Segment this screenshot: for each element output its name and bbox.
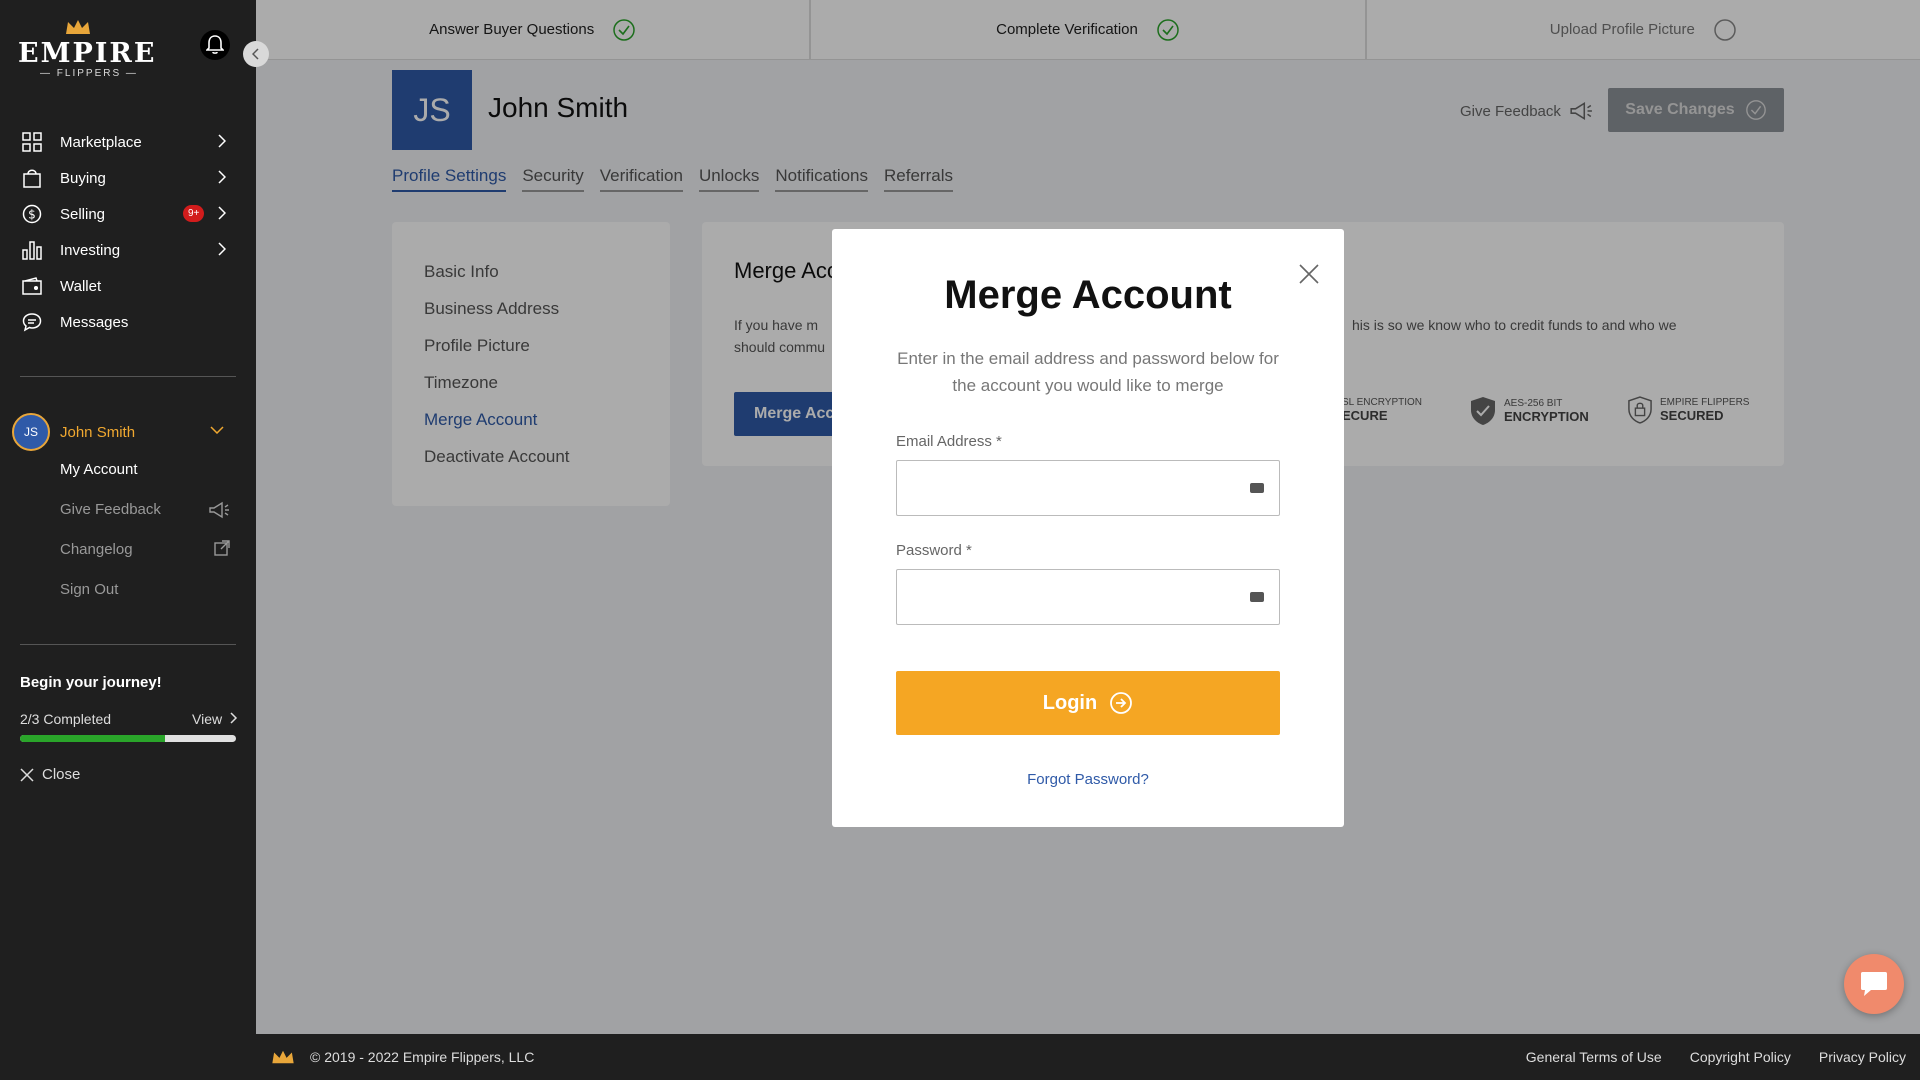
footer-link-privacy[interactable]: Privacy Policy [1819, 1049, 1906, 1065]
nav-item-wallet[interactable]: Wallet [0, 268, 256, 304]
close-icon [20, 767, 34, 782]
sidebar: EMPIRE — FLIPPERS — Marketplace Buying $… [0, 0, 256, 1080]
nav-item-messages[interactable]: Messages [0, 304, 256, 340]
user-menu-toggle[interactable]: JS John Smith [12, 412, 244, 452]
user-menu-my-account[interactable]: My Account [60, 461, 230, 478]
password-manager-icon[interactable] [1250, 483, 1264, 493]
user-menu-sign-out[interactable]: Sign Out [60, 581, 230, 598]
chevron-right-icon [218, 242, 226, 256]
footer-links: General Terms of Use Copyright Policy Pr… [1526, 1049, 1920, 1065]
forgot-password-link[interactable]: Forgot Password? [832, 771, 1344, 788]
megaphone-icon [209, 501, 229, 519]
footer: © 2019 - 2022 Empire Flippers, LLC Gener… [256, 1034, 1920, 1080]
nav-label: Messages [60, 313, 129, 331]
footer-link-copyright[interactable]: Copyright Policy [1690, 1049, 1791, 1065]
email-label: Email Address * [896, 433, 1002, 450]
modal-subtitle: Enter in the email address and password … [897, 349, 1279, 395]
avatar: JS [12, 413, 50, 451]
nav-label: Investing [60, 241, 121, 259]
password-label: Password * [896, 542, 972, 559]
footer-link-terms[interactable]: General Terms of Use [1526, 1049, 1662, 1065]
close-label: Close [42, 766, 81, 783]
chevron-right-icon [218, 206, 226, 220]
sidebar-divider [20, 644, 236, 645]
user-menu-give-feedback[interactable]: Give Feedback [60, 501, 230, 519]
give-feedback-label: Give Feedback [60, 501, 161, 518]
changelog-label: Changelog [60, 541, 133, 558]
main-nav: Marketplace Buying $ Selling 9+ Investin… [0, 124, 256, 340]
nav-item-selling[interactable]: $ Selling 9+ [0, 196, 256, 232]
chevron-down-icon [210, 426, 224, 434]
chat-icon [20, 310, 44, 334]
collapse-sidebar-button[interactable] [243, 41, 269, 67]
email-field[interactable] [896, 460, 1280, 516]
journey-title: Begin your journey! [20, 674, 162, 691]
chevron-right-icon [230, 712, 238, 724]
bag-icon [20, 166, 44, 190]
notification-badge: 9+ [183, 205, 205, 222]
nav-item-investing[interactable]: Investing [0, 232, 256, 268]
wallet-icon [20, 274, 44, 298]
password-manager-icon[interactable] [1250, 592, 1264, 602]
chevron-left-icon [252, 48, 259, 60]
view-label: View [192, 711, 223, 727]
crown-icon [66, 20, 90, 34]
arrow-right-circle-icon [1110, 692, 1133, 714]
journey-progress-text: 2/3 Completed [20, 711, 112, 727]
nav-label: Buying [60, 169, 106, 187]
journey-view-link[interactable]: View [192, 711, 238, 727]
login-label: Login [1042, 691, 1098, 714]
user-menu-changelog[interactable]: Changelog [60, 540, 230, 558]
merge-account-modal: Merge Account Enter in the email address… [832, 229, 1344, 827]
nav-label: Wallet [60, 277, 102, 295]
nav-label: Marketplace [60, 133, 142, 151]
chat-bubble-icon [1861, 972, 1887, 996]
user-name: John Smith [60, 423, 136, 441]
password-field[interactable] [896, 569, 1280, 625]
external-link-icon [214, 540, 230, 556]
chevron-right-icon [218, 170, 226, 184]
modal-title: Merge Account [944, 273, 1232, 317]
sidebar-divider [20, 376, 236, 377]
journey-progress-fill [20, 735, 165, 742]
nav-item-buying[interactable]: Buying [0, 160, 256, 196]
chat-launcher-button[interactable] [1844, 954, 1904, 1014]
crown-icon [272, 1050, 294, 1064]
logo-wordmark: EMPIRE [18, 38, 157, 69]
empire-flippers-logo[interactable]: EMPIRE — FLIPPERS — [18, 18, 154, 82]
close-journey-button[interactable]: Close [20, 766, 80, 783]
bar-chart-icon [20, 238, 44, 262]
journey-progress-bar [20, 735, 236, 742]
copyright: © 2019 - 2022 Empire Flippers, LLC [310, 1049, 535, 1065]
login-button[interactable]: Login [896, 671, 1280, 735]
nav-label: Selling [60, 205, 106, 223]
grid-icon [20, 130, 44, 154]
notifications-bell-icon[interactable] [200, 30, 230, 60]
nav-item-marketplace[interactable]: Marketplace [0, 124, 256, 160]
dollar-icon: $ [20, 202, 44, 226]
chevron-right-icon [218, 134, 226, 148]
logo-subtitle: — FLIPPERS — [40, 68, 138, 79]
svg-text:$: $ [28, 208, 36, 222]
